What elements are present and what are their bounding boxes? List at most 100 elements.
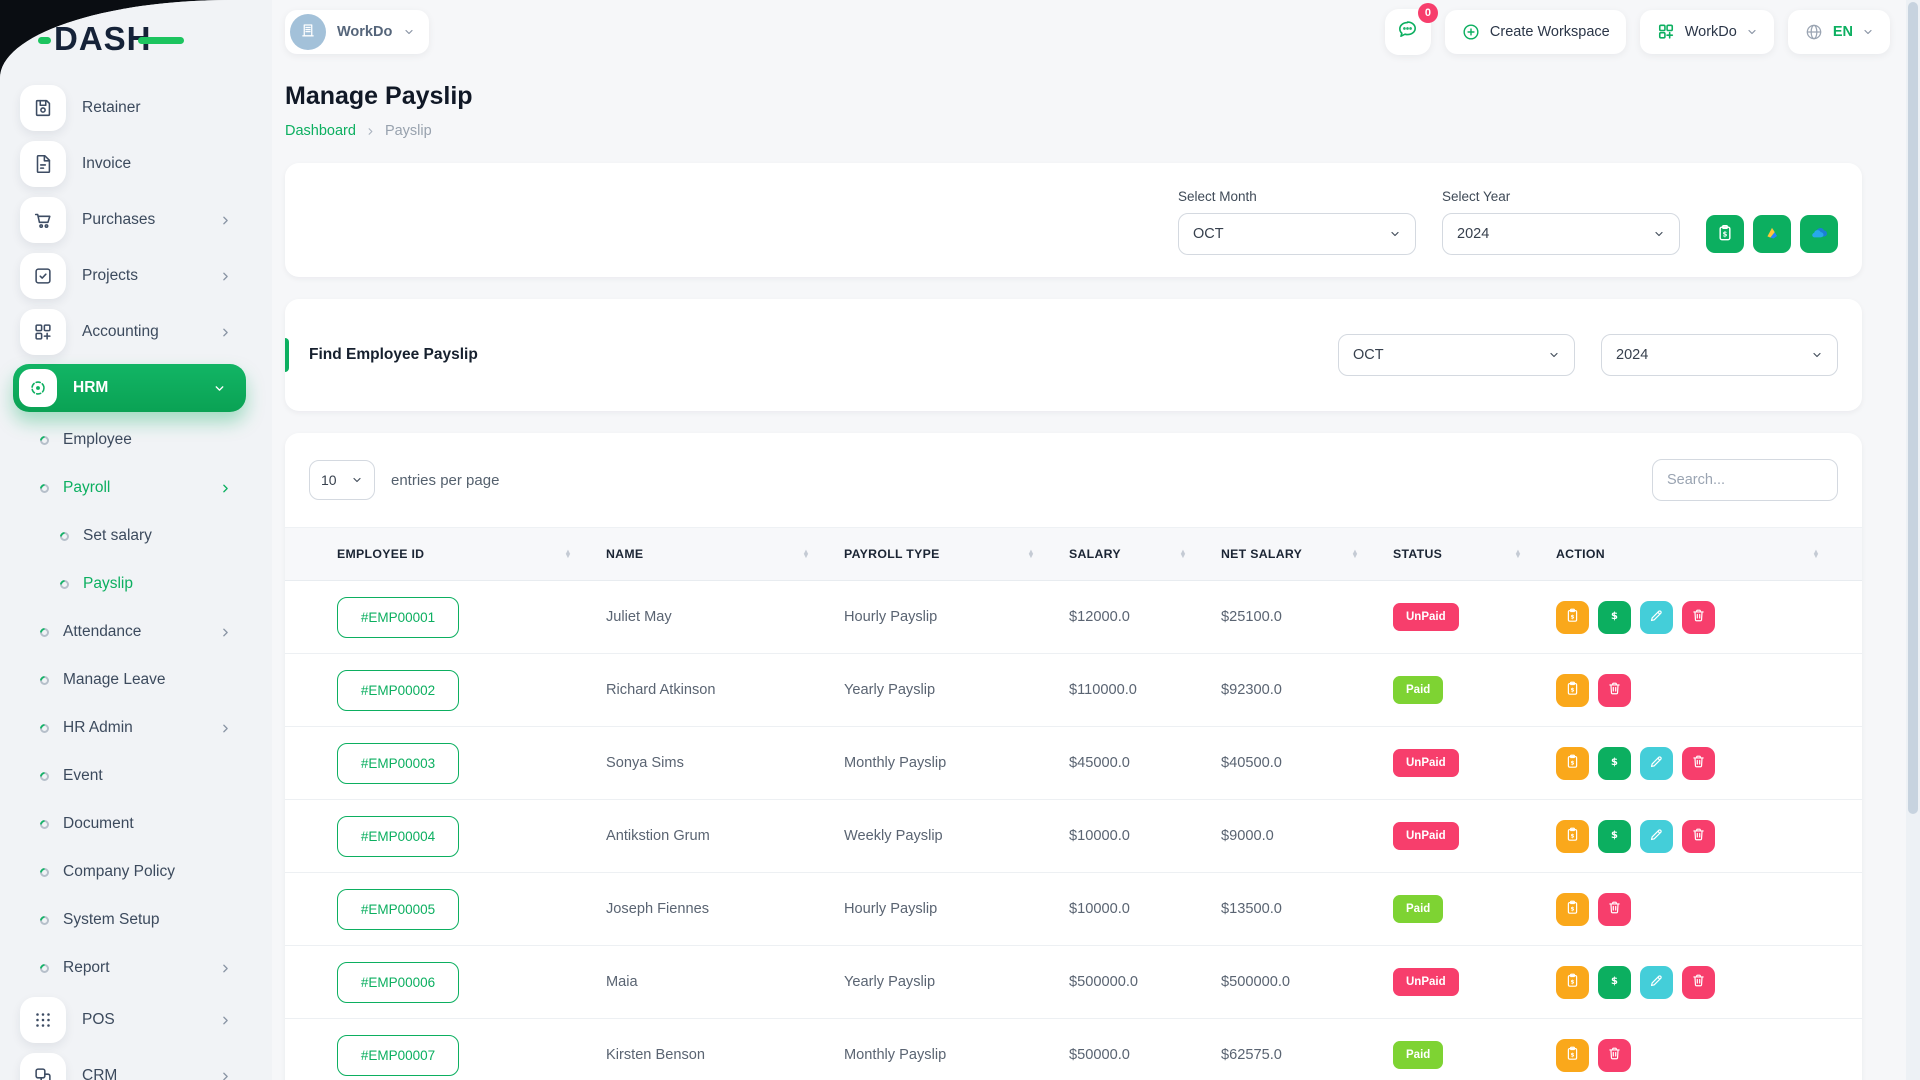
sidebar-item-label: Event [63,767,103,785]
bullet-icon [38,770,51,783]
bullet-icon [38,626,51,639]
delete-button[interactable] [1598,674,1631,707]
plus-circle-icon [1461,22,1481,42]
find-month-select[interactable]: OCT [1338,334,1575,376]
sidebar-item-set-salary[interactable]: Set salary [0,512,272,560]
delete-button[interactable] [1682,601,1715,634]
payroll-type-cell: Monthly Payslip [828,1047,1053,1063]
hrm-icon [19,369,57,407]
sidebar-item-hrm[interactable]: HRM [13,364,246,412]
column-header-salary[interactable]: SALARY▲▼ [1053,547,1205,561]
search-input[interactable] [1652,459,1838,501]
accounting-icon [20,309,66,355]
employee-id-chip[interactable]: #EMP00003 [337,743,459,784]
delete-button[interactable] [1598,1039,1631,1072]
edit-button[interactable] [1640,747,1673,780]
messages-button[interactable]: 0 [1385,9,1431,55]
edit-button[interactable] [1640,966,1673,999]
payslip-button[interactable]: $ [1556,893,1589,926]
payslip-button[interactable]: $ [1556,1039,1589,1072]
column-header-action[interactable]: ACTION▲▼ [1540,547,1838,561]
app-logo[interactable]: DASH [54,20,272,58]
sidebar-item-report[interactable]: Report [0,944,272,992]
sidebar-item-crm[interactable]: CRM [0,1048,272,1080]
delete-button[interactable] [1682,820,1715,853]
payroll-type-cell: Monthly Payslip [828,755,1053,771]
sidebar-item-payslip[interactable]: Payslip [0,560,272,608]
sidebar-item-label: Payslip [83,575,133,593]
language-value: EN [1833,24,1853,40]
pay-button[interactable]: $ [1598,820,1631,853]
sidebar-item-attendance[interactable]: Attendance [0,608,272,656]
sidebar-item-document[interactable]: Document [0,800,272,848]
column-label: STATUS [1393,547,1442,561]
employee-id-chip[interactable]: #EMP00002 [337,670,459,711]
column-header-name[interactable]: NAME▲▼ [590,547,828,561]
employee-id-chip[interactable]: #EMP00001 [337,597,459,638]
column-header-employee-id[interactable]: EMPLOYEE ID▲▼ [309,547,590,561]
month-select[interactable]: OCT [1178,213,1416,255]
sidebar-item-retainer[interactable]: Retainer [0,80,272,136]
edit-button[interactable] [1640,601,1673,634]
payslip-button[interactable]: $ [1556,820,1589,853]
workdo-menu-button[interactable]: WorkDo [1640,10,1774,54]
crm-icon [20,1053,66,1080]
delete-button[interactable] [1682,747,1715,780]
year-select[interactable]: 2024 [1442,213,1680,255]
employee-id-chip[interactable]: #EMP00006 [337,962,459,1003]
sidebar-item-hr-admin[interactable]: HR Admin [0,704,272,752]
language-selector[interactable]: EN [1788,10,1890,54]
sidebar-item-accounting[interactable]: Accounting [0,304,272,360]
bullet-icon [38,866,51,879]
employee-name-cell: Antikstion Grum [590,828,828,844]
sidebar-item-label: HRM [73,379,108,397]
sidebar-item-purchases[interactable]: Purchases [0,192,272,248]
page-scrollbar[interactable] [1906,0,1920,1080]
column-header-status[interactable]: STATUS▲▼ [1377,547,1540,561]
chevron-right-icon [219,722,232,735]
sidebar-item-pos[interactable]: POS [0,992,272,1048]
sidebar-item-event[interactable]: Event [0,752,272,800]
bulk-payslip-button[interactable]: $ [1706,215,1744,253]
breadcrumb-dashboard-link[interactable]: Dashboard [285,123,356,139]
column-label: PAYROLL TYPE [844,547,940,561]
employee-id-chip[interactable]: #EMP00005 [337,889,459,930]
payslip-button[interactable]: $ [1556,966,1589,999]
edit-button[interactable] [1640,820,1673,853]
payslip-button[interactable]: $ [1556,747,1589,780]
column-header-payroll-type[interactable]: PAYROLL TYPE▲▼ [828,547,1053,561]
create-workspace-button[interactable]: Create Workspace [1445,10,1626,54]
trash-icon [1690,607,1707,627]
sidebar-item-company-policy[interactable]: Company Policy [0,848,272,896]
pay-button[interactable]: $ [1598,966,1631,999]
scrollbar-thumb[interactable] [1908,2,1918,814]
workspace-switcher[interactable]: WorkDo [285,10,429,54]
payslip-button[interactable]: $ [1556,601,1589,634]
payslip-button[interactable]: $ [1556,674,1589,707]
page-size-select[interactable]: 10 [309,460,375,500]
sidebar-item-invoice[interactable]: Invoice [0,136,272,192]
workspace-avatar [290,14,326,50]
sidebar-item-employee[interactable]: Employee [0,416,272,464]
google-drive-button[interactable] [1753,215,1791,253]
sidebar-item-projects[interactable]: Projects [0,248,272,304]
chevron-down-icon [1548,349,1560,361]
sidebar-item-manage-leave[interactable]: Manage Leave [0,656,272,704]
employee-id-chip[interactable]: #EMP00004 [337,816,459,857]
clipboard-dollar-icon: $ [1564,826,1581,846]
column-header-net-salary[interactable]: NET SALARY▲▼ [1205,547,1377,561]
pay-button[interactable]: $ [1598,747,1631,780]
pay-button[interactable]: $ [1598,601,1631,634]
svg-text:$: $ [1723,230,1728,238]
onedrive-button[interactable] [1800,215,1838,253]
sidebar-item-payroll[interactable]: Payroll [0,464,272,512]
dollar-icon: $ [1606,972,1623,992]
sidebar-item-label: CRM [82,1067,117,1080]
delete-button[interactable] [1682,966,1715,999]
employee-id-chip[interactable]: #EMP00007 [337,1035,459,1076]
delete-button[interactable] [1598,893,1631,926]
breadcrumb-current: Payslip [385,123,432,139]
find-year-select[interactable]: 2024 [1601,334,1838,376]
sidebar-item-system-setup[interactable]: System Setup [0,896,272,944]
table-row: #EMP00002 Richard Atkinson Yearly Paysli… [285,654,1862,727]
